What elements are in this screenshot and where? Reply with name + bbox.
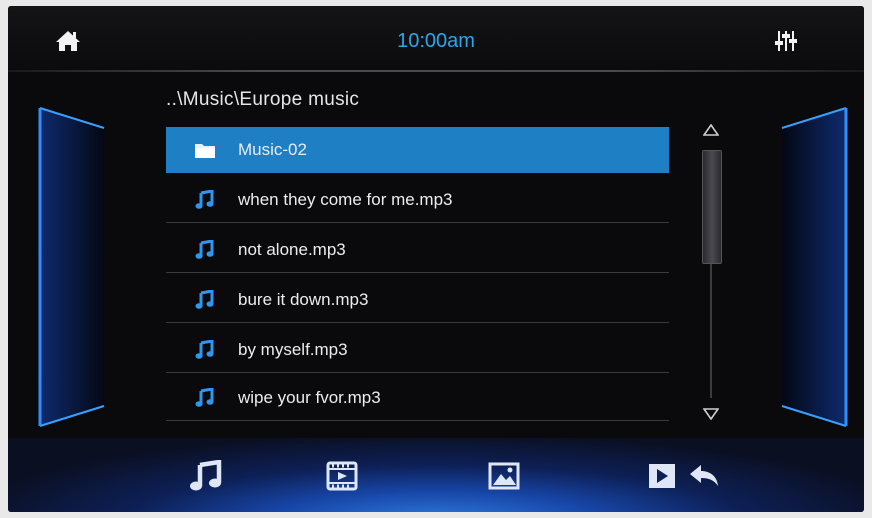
top-bar-divider bbox=[8, 70, 864, 72]
music-note-icon bbox=[195, 340, 214, 359]
list-item[interactable]: when they come for me.mp3 bbox=[166, 177, 669, 223]
head-unit-screen: 10:00am ..\Music\Europe music Music-02 w… bbox=[8, 6, 864, 512]
equalizer-button[interactable] bbox=[766, 24, 806, 58]
image-icon bbox=[488, 462, 520, 490]
scroll-up-button[interactable] bbox=[696, 118, 726, 142]
list-item-label: wipe your fvor.mp3 bbox=[238, 388, 381, 407]
photo-mode-button[interactable] bbox=[482, 456, 526, 496]
list-item-label: by myself.mp3 bbox=[238, 340, 348, 359]
now-playing-button[interactable] bbox=[640, 456, 684, 496]
triangle-down-icon bbox=[703, 408, 719, 420]
triangle-up-icon bbox=[703, 124, 719, 136]
folder-icon bbox=[195, 144, 215, 158]
home-icon bbox=[56, 31, 80, 51]
folder-path: ..\Music\Europe music bbox=[166, 89, 360, 110]
home-button[interactable] bbox=[48, 24, 88, 58]
back-arrow-icon bbox=[690, 465, 718, 486]
equalizer-icon bbox=[775, 31, 797, 51]
list-item-label: not alone.mp3 bbox=[238, 240, 346, 259]
music-note-icon bbox=[195, 240, 214, 259]
play-icon bbox=[649, 464, 675, 488]
bottom-nav-bar bbox=[8, 438, 864, 512]
list-item-label: Music-02 bbox=[238, 140, 307, 159]
list-item[interactable]: bure it down.mp3 bbox=[166, 277, 669, 323]
list-item[interactable]: by myself.mp3 bbox=[166, 327, 669, 373]
music-note-icon bbox=[195, 190, 214, 209]
file-list: Music-02 when they come for me.mp3 not a… bbox=[166, 127, 669, 423]
scroll-down-button[interactable] bbox=[696, 402, 726, 426]
list-item-folder[interactable]: Music-02 bbox=[166, 127, 669, 173]
right-decor-panel bbox=[781, 107, 848, 427]
scrollbar-thumb[interactable] bbox=[702, 150, 722, 264]
music-note-icon bbox=[195, 290, 214, 309]
left-decor-panel bbox=[38, 107, 105, 427]
music-note-icon bbox=[195, 388, 214, 407]
back-button[interactable] bbox=[682, 456, 726, 496]
music-mode-button[interactable] bbox=[184, 456, 228, 496]
video-mode-button[interactable] bbox=[320, 456, 364, 496]
list-item-label: bure it down.mp3 bbox=[238, 290, 369, 309]
list-item[interactable]: not alone.mp3 bbox=[166, 227, 669, 273]
music-note-icon bbox=[190, 460, 222, 491]
film-icon bbox=[326, 461, 358, 491]
list-item-label: when they come for me.mp3 bbox=[238, 190, 453, 209]
list-item[interactable]: wipe your fvor.mp3 bbox=[166, 375, 669, 421]
clock: 10:00am bbox=[397, 30, 475, 52]
